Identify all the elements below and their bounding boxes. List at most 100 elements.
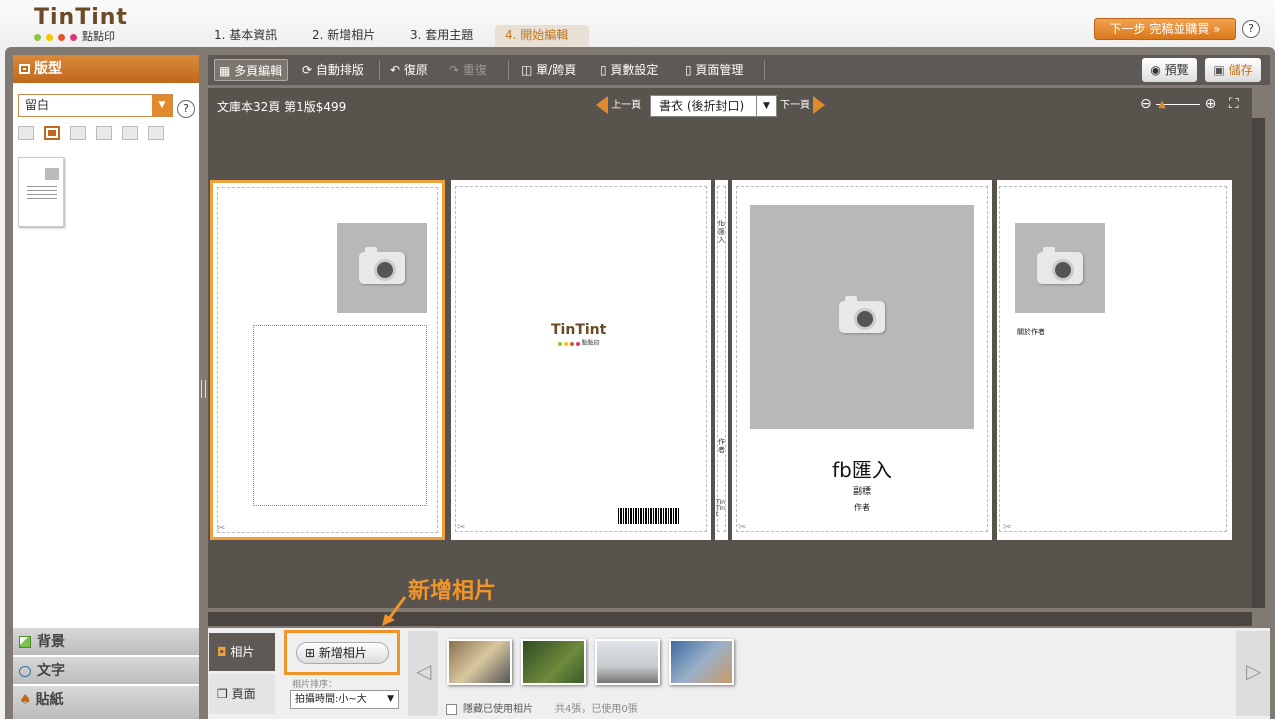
layout-option-6[interactable] [148,126,164,140]
bleed-guide [455,186,707,532]
tab-photos[interactable]: ◘ 相片 [209,633,275,671]
tab-photos-label: 相片 [230,645,255,659]
save-label: 儲存 [1228,63,1253,77]
cover-photo-placeholder[interactable] [750,205,974,429]
single-spread-button[interactable]: ◫ 單/跨頁 [521,59,576,81]
horizontal-scrollbar[interactable] [208,612,1252,626]
step-add-photos[interactable]: 2. 新增相片 [302,25,385,47]
back-cover-logo-sub: 點點印 [581,340,600,347]
page-front-cover[interactable]: fb匯入 副標 作者 ✂ [732,180,992,540]
photo-thumb-2[interactable] [521,639,586,685]
page-count-button[interactable]: ▯ 頁數設定 [600,59,658,81]
camera-icon [839,296,885,333]
toolbar-divider [379,60,380,80]
layout-option-4[interactable] [96,126,112,140]
step-apply-theme[interactable]: 3. 套用主題 [400,25,483,47]
scroll-left-button[interactable]: ◁ [408,631,438,716]
barcode [618,508,680,524]
cover-author[interactable]: 作者 [732,502,992,513]
logo-dots: 點點印 [34,28,128,44]
add-photo-icon: ⊞ [305,646,319,660]
tab-stickers-label: 貼紙 [35,692,64,708]
hide-used-toggle[interactable]: 隱藏已使用相片 共4張，已使用0張 [446,700,638,715]
arrow-right-icon [813,96,826,114]
add-photo-button[interactable]: ⊞ 新增相片 [296,642,389,664]
vertical-scrollbar[interactable] [1252,118,1265,608]
grid-icon: ▦ [219,64,235,78]
photo-count: 共4張，已使用0張 [555,704,638,715]
scroll-right-button[interactable]: ▷ [1236,631,1270,716]
layout-select[interactable]: 留白 ▼ [18,94,173,117]
next-page-button[interactable]: 下一頁 [780,96,826,114]
layout-panel-header[interactable]: 版型 [13,55,199,83]
top-bar [0,0,1275,47]
preview-button[interactable]: ◉ 預覽 [1142,58,1197,82]
chevron-right-icon: ▷ [1246,659,1262,683]
photo-thumb-1[interactable] [447,639,512,685]
hide-used-label: 隱藏已使用相片 [463,704,533,715]
scissors-icon: ✂ [217,523,226,534]
fit-screen-icon[interactable]: ⛶ [1229,96,1239,112]
layout-option-2[interactable] [44,126,60,140]
page-spine[interactable]: fb匯入 作者 TinTint [715,180,728,540]
tab-background-label: 背景 [37,634,65,650]
layout-panel-title: 版型 [34,61,62,77]
redo-label: 重復 [462,63,487,77]
next-checkout-button[interactable]: 下一步 完稿並購買 » [1094,18,1236,40]
help-icon[interactable]: ? [1242,20,1260,38]
scissors-icon: ✂ [1003,522,1012,533]
page-back-flap[interactable]: ✂ [210,180,445,540]
zoom-out-icon[interactable]: ⊖ [1140,96,1152,112]
page-select[interactable]: 書衣 (後折封口) ▼ [650,95,777,117]
preview-label: 預覽 [1164,63,1189,77]
panel-resize-handle[interactable] [201,380,206,398]
cover-subtitle[interactable]: 副標 [732,484,992,497]
sticker-icon: ♠ [19,692,32,708]
layout-help-icon[interactable]: ? [177,100,195,118]
layout-icon [19,64,30,74]
save-button[interactable]: ▣ 儲存 [1205,58,1261,82]
page-front-flap[interactable]: 關於作者 ✂ [997,180,1232,540]
sort-label: 相片排序： [292,680,338,690]
auto-layout-button[interactable]: ⟳ 自動排版 [302,59,364,81]
about-author-text[interactable]: 關於作者 [1017,327,1045,337]
cover-title[interactable]: fb匯入 [732,454,992,483]
eye-icon: ◉ [1150,63,1165,77]
layout-option-5[interactable] [122,126,138,140]
page-back-cover[interactable]: TinTint 點點印 ✂ [451,180,711,540]
scissors-icon: ✂ [457,522,466,533]
layout-option-1[interactable] [18,126,34,140]
zoom-in-icon[interactable]: ⊕ [1205,96,1217,112]
prev-page-button[interactable]: 上一頁 [596,96,641,114]
undo-button[interactable]: ↶ 復原 [390,59,428,81]
chevron-down-icon: ▼ [152,95,172,116]
page-count-label: 頁數設定 [610,63,659,77]
tab-text[interactable]: 文字 [13,656,199,684]
tab-pages[interactable]: ❐ 頁面 [209,674,275,714]
spine-author: 作者 [718,438,725,454]
text-box[interactable] [253,325,427,506]
save-icon: ▣ [1213,63,1229,77]
logo: TinTint 點點印 [34,5,128,44]
zoom-slider[interactable]: ▲ [1156,99,1201,110]
sort-select[interactable]: 拍攝時間:小~大 ▼ [290,690,399,709]
tab-text-label: 文字 [37,663,65,679]
author-photo-placeholder[interactable] [1015,223,1105,313]
redo-button[interactable]: ↷ 重復 [449,59,487,81]
step-start-editing[interactable]: 4. 開始編輯 [495,25,589,47]
tab-background[interactable]: 背景 [13,627,199,655]
page-manage-label: 頁面管理 [695,63,744,77]
page-manage-button[interactable]: ▯ 頁面管理 [685,59,743,81]
photo-thumb-4[interactable] [669,639,734,685]
layout-thumbnail[interactable] [18,157,64,227]
refresh-icon: ⟳ [302,63,316,77]
checkbox[interactable] [446,703,457,715]
speech-bubble-icon [19,665,31,677]
photo-placeholder[interactable] [337,223,427,313]
tab-stickers[interactable]: ♠ 貼紙 [13,685,199,719]
layout-option-3[interactable] [70,126,86,140]
chevron-left-icon: ◁ [416,659,432,683]
photo-thumb-3[interactable] [595,639,660,685]
multi-page-edit-button[interactable]: ▦ 多頁編輯 [214,59,288,81]
step-basic-info[interactable]: 1. 基本資訊 [204,25,287,47]
